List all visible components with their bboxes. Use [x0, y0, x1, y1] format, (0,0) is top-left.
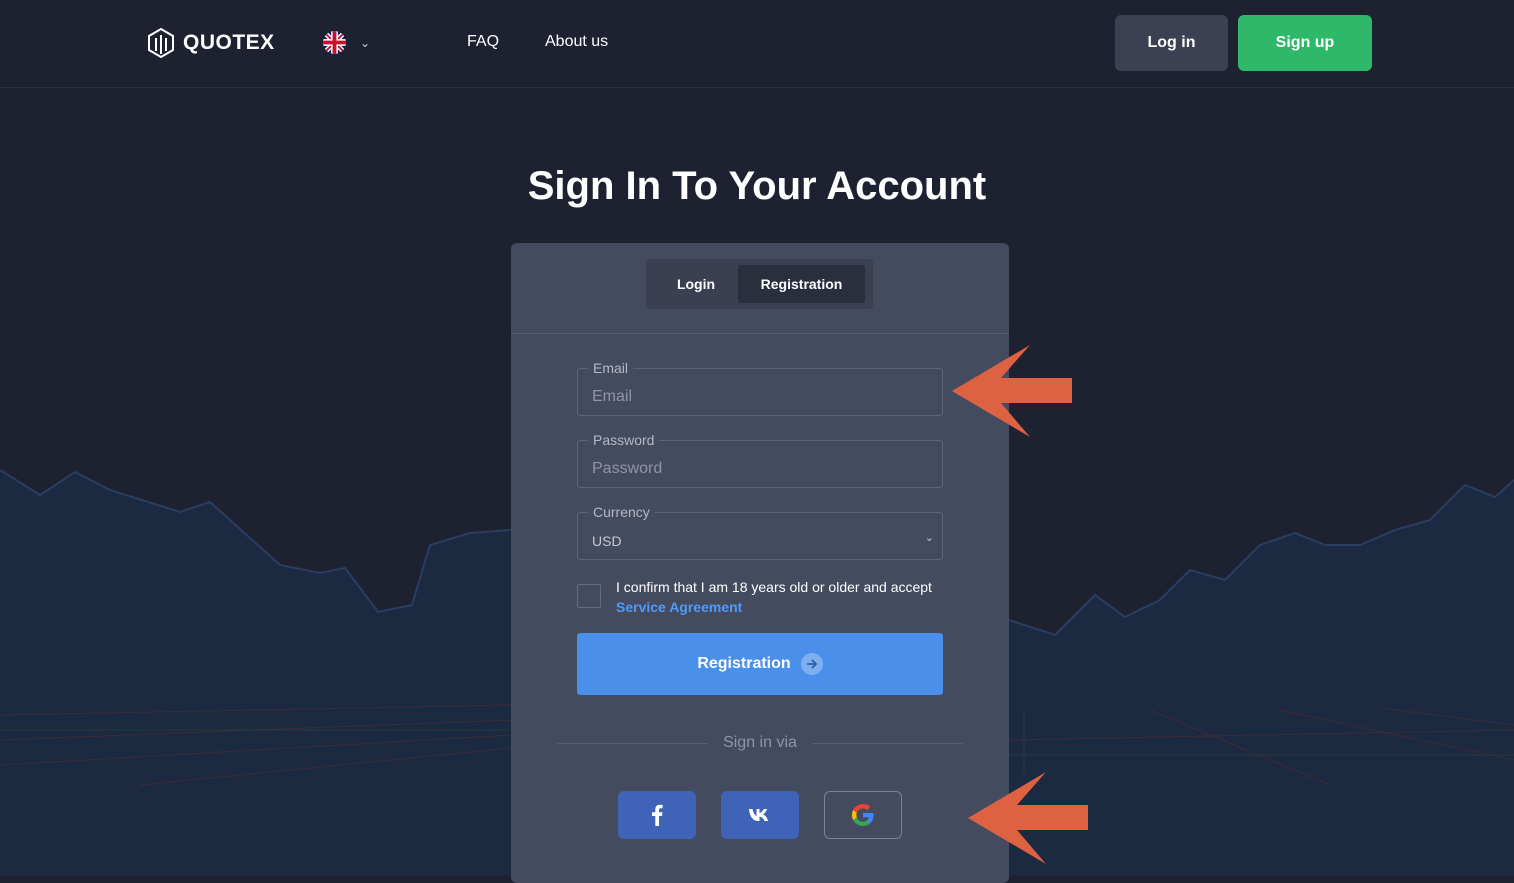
- vk-icon: [749, 809, 768, 821]
- service-agreement-link[interactable]: Service Agreement: [616, 599, 742, 615]
- header-login-button[interactable]: Log in: [1115, 15, 1228, 71]
- quotex-logo-icon: [148, 28, 174, 58]
- email-input[interactable]: [578, 369, 942, 415]
- tab-registration[interactable]: Registration: [738, 265, 865, 303]
- arrow-pointing-to-email: [952, 345, 1072, 437]
- auth-card: Login Registration Email Password Curren…: [511, 243, 1009, 883]
- language-selector[interactable]: ⌄: [323, 31, 370, 54]
- auth-tabs: Login Registration: [646, 259, 873, 309]
- quotex-logo[interactable]: QUOTEX: [147, 28, 275, 58]
- page-title: Sign In To Your Account: [527, 164, 987, 208]
- header-signup-button[interactable]: Sign up: [1238, 15, 1372, 71]
- agreement-checkbox[interactable]: [577, 584, 601, 608]
- password-input[interactable]: [578, 441, 942, 487]
- chevron-down-icon: ⌄: [360, 35, 371, 50]
- currency-select[interactable]: USD: [578, 513, 942, 559]
- logo-text: QUOTEX: [183, 31, 275, 54]
- top-navbar: QUOTEX ⌄ FAQ About us Log in Sign up: [0, 0, 1514, 88]
- arrow-pointing-to-social-login: [968, 772, 1088, 864]
- tab-login[interactable]: Login: [652, 265, 740, 303]
- email-field: Email: [577, 359, 943, 416]
- card-divider: [511, 333, 1009, 334]
- sign-in-via-divider: Sign in via: [557, 733, 963, 753]
- registration-submit-button[interactable]: Registration: [577, 633, 943, 695]
- agreement-label: I confirm that I am 18 years old or olde…: [616, 579, 932, 595]
- facebook-login-button[interactable]: [618, 791, 696, 839]
- google-login-button[interactable]: [824, 791, 902, 839]
- agreement-text: I confirm that I am 18 years old or olde…: [616, 577, 956, 617]
- nav-about-link[interactable]: About us: [545, 33, 608, 51]
- arrow-right-icon: [800, 653, 823, 675]
- registration-submit-label: Registration: [697, 655, 791, 672]
- vk-login-button[interactable]: [721, 791, 799, 839]
- uk-flag-icon: [323, 31, 346, 54]
- password-field: Password: [577, 431, 943, 488]
- google-icon: [852, 804, 874, 826]
- currency-field: Currency USD ⌄: [577, 503, 943, 560]
- nav-faq-link[interactable]: FAQ: [467, 33, 499, 51]
- facebook-icon: [652, 804, 663, 826]
- divider-line-right: [812, 743, 963, 744]
